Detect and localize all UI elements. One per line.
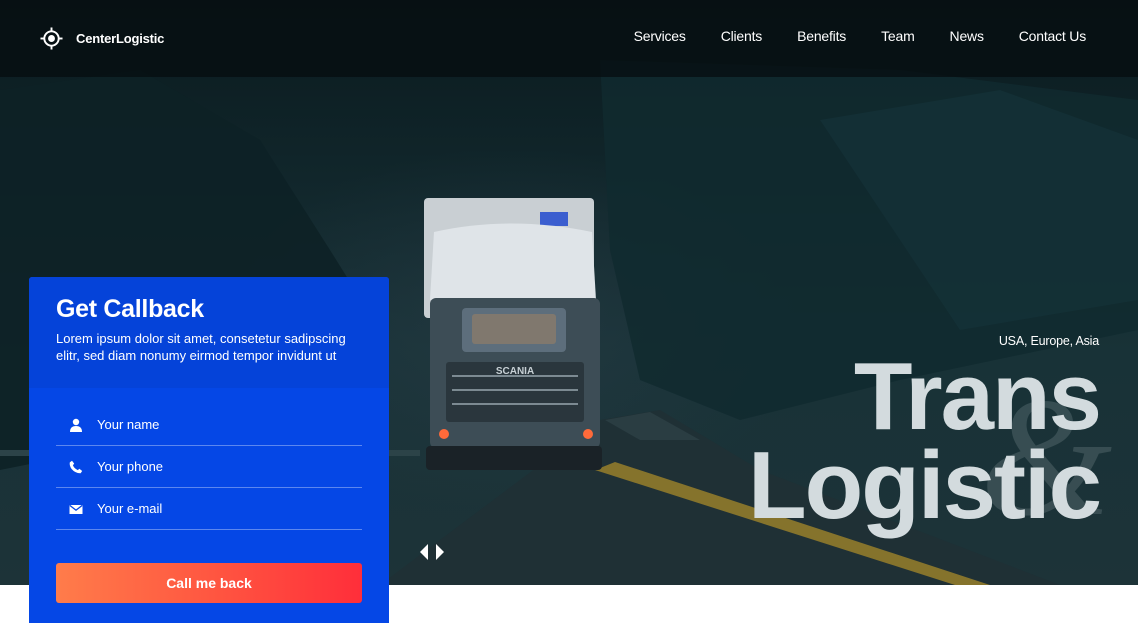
brand-name: CenterLogistic [76, 31, 165, 46]
callback-panel: Get Callback Lorem ipsum dolor sit amet,… [29, 277, 389, 623]
nav-item-team[interactable]: Team [881, 28, 915, 44]
truck-brand-label: SCANIA [496, 366, 534, 377]
brand-logo[interactable]: CenterLogistic [40, 27, 164, 50]
name-field[interactable] [56, 388, 362, 446]
hero-headline-line-1: Trans [853, 343, 1102, 450]
target-icon [40, 27, 63, 50]
nav-item-news[interactable]: News [950, 28, 984, 44]
call-me-back-button[interactable]: Call me back [56, 563, 362, 603]
nav-item-benefits[interactable]: Benefits [797, 28, 846, 44]
chevron-left-icon[interactable] [419, 544, 429, 560]
callback-description: Lorem ipsum dolor sit amet, consetetur s… [56, 331, 346, 363]
phone-input[interactable] [97, 459, 362, 474]
top-navigation-bar: CenterLogistic Services Clients Benefits… [0, 0, 1138, 77]
nav-item-clients[interactable]: Clients [721, 28, 763, 44]
main-nav: Services Clients Benefits Team News Cont… [599, 28, 1087, 44]
nav-item-services[interactable]: Services [634, 28, 686, 44]
phone-icon [69, 460, 83, 473]
slider-controls [419, 544, 445, 560]
phone-field[interactable] [56, 446, 362, 488]
envelope-icon [69, 504, 83, 514]
email-field[interactable] [56, 488, 362, 530]
chevron-right-icon[interactable] [435, 544, 445, 560]
name-input[interactable] [97, 417, 362, 432]
callback-form [29, 388, 389, 530]
user-icon [70, 418, 82, 432]
callback-panel-header: Get Callback Lorem ipsum dolor sit amet,… [29, 277, 389, 388]
email-input[interactable] [97, 501, 362, 516]
callback-title: Get Callback [56, 295, 204, 323]
hero-headline-line-2: Logistic [747, 432, 1102, 539]
nav-item-contact-us[interactable]: Contact Us [1019, 28, 1086, 44]
